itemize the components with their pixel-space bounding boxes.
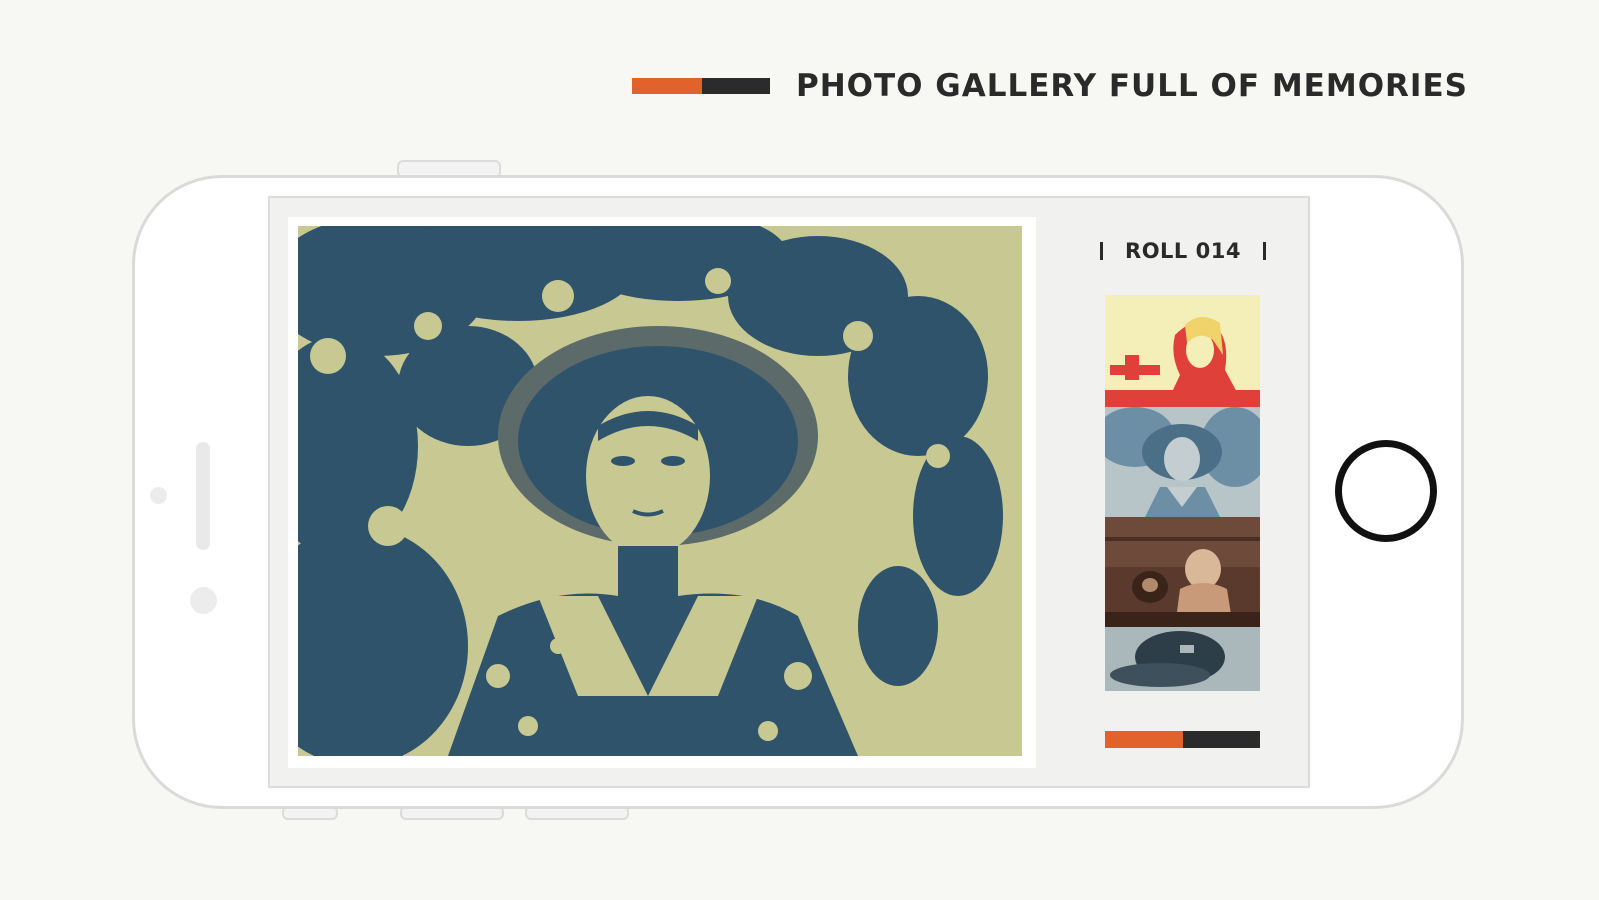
- header-accent-bar: [632, 78, 770, 94]
- roll-tick-left: [1100, 242, 1103, 260]
- thumbnail-child-with-dog-image: [1105, 517, 1260, 627]
- thumbnail-woman-in-hat[interactable]: [1105, 407, 1260, 517]
- thumbnail-child-with-dog[interactable]: [1105, 517, 1260, 627]
- main-photo-woman-in-hat[interactable]: [298, 226, 1022, 756]
- thumbnail-cap[interactable]: [1105, 627, 1260, 691]
- phone-sensor-dot: [150, 487, 167, 504]
- phone-speaker: [196, 442, 210, 550]
- sidebar-accent-bar: [1105, 731, 1260, 748]
- thumbnail-cap-image: [1105, 627, 1260, 691]
- phone-camera-dot: [190, 587, 217, 614]
- page-title: PHOTO GALLERY FULL OF MEMORIES: [796, 68, 1468, 104]
- accent-orange-segment: [632, 78, 702, 94]
- thumbnail-woman-drinking[interactable]: [1105, 295, 1260, 407]
- home-button[interactable]: [1335, 440, 1437, 542]
- main-photo-illustration: [298, 226, 1022, 756]
- roll-header: ROLL 014: [1100, 236, 1266, 266]
- header: PHOTO GALLERY FULL OF MEMORIES: [632, 66, 1468, 106]
- accent-dark-segment: [702, 78, 770, 94]
- thumbnail-strip: [1105, 295, 1260, 691]
- roll-tick-right: [1263, 242, 1266, 260]
- thumbnail-woman-in-hat-image: [1105, 407, 1260, 517]
- accent-dark-segment: [1183, 731, 1260, 748]
- roll-label: ROLL 014: [1125, 239, 1241, 263]
- accent-orange-segment: [1105, 731, 1183, 748]
- thumbnail-woman-drinking-image: [1105, 295, 1260, 407]
